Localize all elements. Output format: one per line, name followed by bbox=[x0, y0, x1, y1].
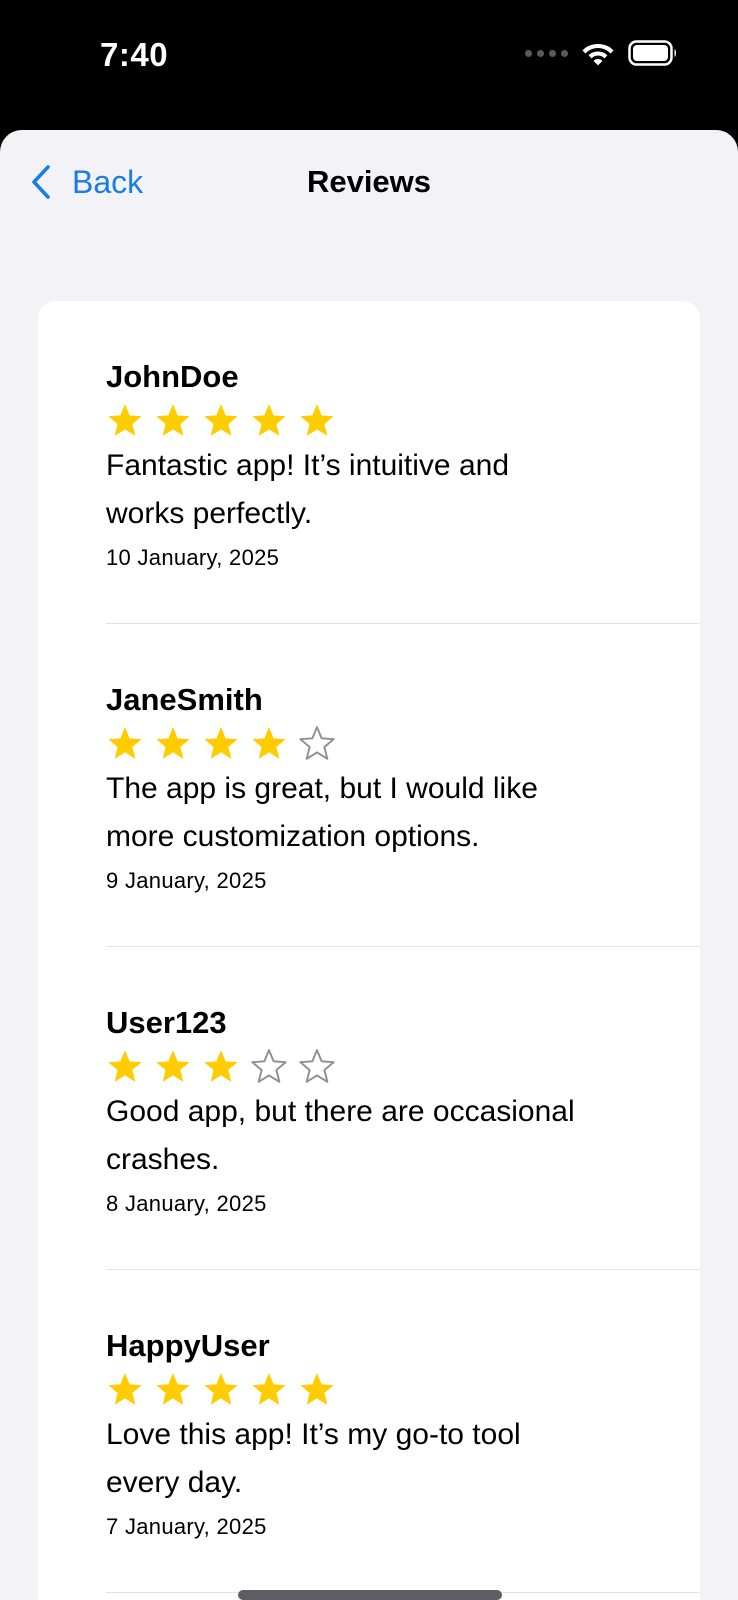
home-indicator bbox=[238, 1590, 502, 1600]
back-label: Back bbox=[72, 164, 144, 200]
star-rating bbox=[106, 723, 700, 763]
star-rating bbox=[106, 400, 700, 440]
review-date: 9 January, 2025 bbox=[106, 868, 267, 893]
review-item: JohnDoe Fantastic app! It’s intuitive an… bbox=[106, 301, 700, 624]
status-icons bbox=[525, 40, 678, 66]
star-filled-icon bbox=[300, 404, 334, 436]
star-filled-icon bbox=[204, 727, 238, 759]
navigation-bar: Reviews Back bbox=[0, 130, 738, 240]
review-date: 8 January, 2025 bbox=[106, 1191, 267, 1216]
star-filled-icon bbox=[108, 1373, 142, 1405]
star-filled-icon bbox=[204, 404, 238, 436]
star-filled-icon bbox=[204, 1050, 238, 1082]
star-filled-icon bbox=[156, 727, 190, 759]
star-filled-icon bbox=[108, 404, 142, 436]
star-empty-icon bbox=[299, 1049, 335, 1083]
star-filled-icon bbox=[156, 404, 190, 436]
back-button[interactable]: Back bbox=[30, 160, 143, 204]
review-username: JohnDoe bbox=[106, 359, 239, 394]
wifi-icon bbox=[582, 44, 614, 66]
status-time: 7:40 bbox=[100, 36, 169, 73]
star-filled-icon bbox=[204, 1373, 238, 1405]
review-username: HappyUser bbox=[106, 1328, 270, 1363]
battery-icon bbox=[628, 40, 676, 66]
star-filled-icon bbox=[156, 1050, 190, 1082]
star-filled-icon bbox=[156, 1373, 190, 1405]
review-text: The app is great, but I would like more … bbox=[106, 772, 538, 853]
reviews-sheet: Reviews Back JohnDoe Fantastic app! It’s… bbox=[0, 130, 738, 1600]
review-username: User123 bbox=[106, 1005, 227, 1040]
review-item: HappyUser Love this app! It’s my go-to t… bbox=[106, 1270, 700, 1593]
review-username: JaneSmith bbox=[106, 682, 263, 717]
review-text: Good app, but there are occasional crash… bbox=[106, 1095, 575, 1176]
star-filled-icon bbox=[108, 1050, 142, 1082]
chevron-left-icon bbox=[32, 165, 50, 199]
review-text: Fantastic app! It’s intuitive and works … bbox=[106, 449, 510, 530]
star-empty-icon bbox=[251, 1049, 287, 1083]
star-filled-icon bbox=[108, 727, 142, 759]
star-empty-icon bbox=[299, 726, 335, 760]
cellular-signal-icon bbox=[525, 49, 568, 57]
review-text: Love this app! It’s my go-to tool every … bbox=[106, 1418, 521, 1499]
review-date: 10 January, 2025 bbox=[106, 545, 280, 570]
review-item: JaneSmith The app is great, but I would … bbox=[106, 624, 700, 947]
star-filled-icon bbox=[252, 404, 286, 436]
status-bar: 7:40 bbox=[0, 0, 738, 130]
star-rating bbox=[106, 1046, 700, 1086]
star-rating bbox=[106, 1369, 700, 1409]
star-filled-icon bbox=[300, 1373, 334, 1405]
star-filled-icon bbox=[252, 727, 286, 759]
star-filled-icon bbox=[252, 1373, 286, 1405]
review-item: User123 Good app, but there are occasion… bbox=[106, 947, 700, 1270]
review-date: 7 January, 2025 bbox=[106, 1514, 267, 1539]
reviews-list: JohnDoe Fantastic app! It’s intuitive an… bbox=[38, 301, 700, 1600]
